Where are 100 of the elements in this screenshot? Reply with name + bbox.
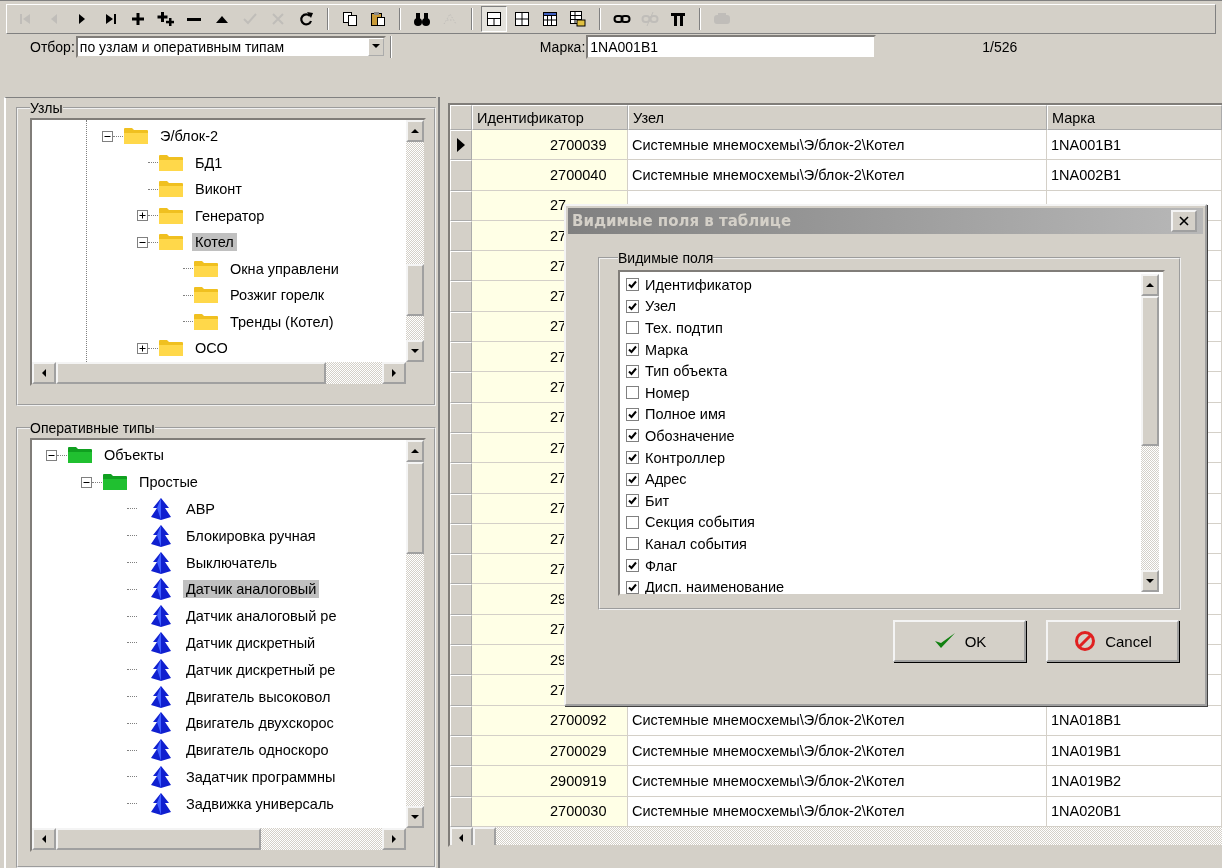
checkbox[interactable] xyxy=(626,407,639,421)
table-cell: Системные мнемосхемы\Э/блок-2\Котел xyxy=(628,735,1047,767)
horizontal-scrollbar[interactable] xyxy=(32,828,424,850)
scroll-right-button[interactable] xyxy=(382,362,406,384)
checkbox[interactable] xyxy=(626,299,639,313)
scroll-thumb[interactable] xyxy=(56,362,326,384)
checkbox[interactable] xyxy=(626,451,639,465)
scroll-right-button[interactable] xyxy=(382,828,406,850)
scroll-thumb[interactable] xyxy=(1141,296,1159,446)
tree-item[interactable]: Розжиг горелк xyxy=(227,286,328,305)
horizontal-scrollbar[interactable] xyxy=(32,362,424,384)
close-button[interactable] xyxy=(1171,210,1197,232)
field-label: Секция события xyxy=(645,514,755,531)
cancel-button[interactable]: Cancel xyxy=(1046,620,1179,662)
tree-item[interactable]: Котел xyxy=(192,233,237,252)
toolbar-button[interactable] xyxy=(481,6,507,33)
calendar-grid-icon xyxy=(541,10,559,29)
current-row-icon xyxy=(457,138,465,153)
scroll-up-button[interactable] xyxy=(1141,274,1159,296)
checkbox[interactable] xyxy=(626,429,639,443)
tree-item[interactable]: Датчик дискретный xyxy=(183,633,319,652)
prohibited-icon xyxy=(1073,630,1098,652)
collapse-icon[interactable] xyxy=(46,449,57,461)
copy-icon xyxy=(341,10,359,29)
column-header[interactable]: Идентификатор xyxy=(472,105,628,130)
scroll-thumb[interactable] xyxy=(406,264,424,316)
tree-item[interactable]: ОСО xyxy=(192,339,231,358)
filter-dropdown[interactable]: по узлам и оперативным типам xyxy=(75,35,386,58)
tree-item[interactable]: Тренды (Котел) xyxy=(227,312,337,331)
tree-item[interactable]: Задвижка универсаль xyxy=(183,794,337,813)
collapse-icon[interactable] xyxy=(102,130,113,142)
field-label: Тип объекта xyxy=(645,363,728,380)
table-cell: 1NA019B1 xyxy=(1047,735,1222,767)
tree-item[interactable]: Блокировка ручная xyxy=(183,526,319,545)
vertical-scrollbar[interactable] xyxy=(406,440,424,828)
expand-icon[interactable] xyxy=(137,210,148,222)
checkbox[interactable] xyxy=(626,386,639,400)
checkbox[interactable] xyxy=(626,515,639,529)
checkbox[interactable] xyxy=(626,472,639,486)
field-label: Марка xyxy=(645,341,689,358)
scroll-down-button[interactable] xyxy=(1141,570,1159,592)
tree-item[interactable]: Виконт xyxy=(192,180,245,199)
scroll-up-button[interactable] xyxy=(406,440,424,462)
folder-icon xyxy=(193,311,219,332)
tree-item[interactable]: Двигатель односкоро xyxy=(183,741,332,760)
scroll-left-button[interactable] xyxy=(32,362,56,384)
column-header[interactable]: Марка xyxy=(1047,105,1222,130)
double-plus-icon xyxy=(157,10,175,29)
scroll-down-button[interactable] xyxy=(406,806,424,828)
checkbox[interactable] xyxy=(626,537,639,551)
folder-icon xyxy=(123,126,149,147)
checkbox[interactable] xyxy=(626,580,639,594)
checkbox[interactable] xyxy=(626,321,639,335)
cone-icon xyxy=(149,523,173,548)
arrow-down-icon xyxy=(411,814,419,820)
scroll-thumb[interactable] xyxy=(406,462,424,554)
table-cell: 2700030 xyxy=(472,796,628,827)
table-cell: 2700039 xyxy=(472,130,628,161)
folder-icon xyxy=(102,472,128,493)
checkbox[interactable] xyxy=(626,494,639,508)
scroll-up-button[interactable] xyxy=(406,120,424,142)
tree-item[interactable]: Датчик аналоговый xyxy=(183,580,320,599)
arrow-up-icon xyxy=(1146,282,1154,288)
scroll-left-button[interactable] xyxy=(32,828,56,850)
checkbox[interactable] xyxy=(626,343,639,357)
tree-item[interactable]: Двигатель высоковол xyxy=(183,687,334,706)
checkbox[interactable] xyxy=(626,278,639,292)
vertical-scrollbar[interactable] xyxy=(406,120,424,362)
tree-item[interactable]: Двигатель двухскорос xyxy=(183,714,337,733)
cone-icon xyxy=(149,497,173,521)
ok-button[interactable]: OK xyxy=(893,620,1026,662)
tree-item[interactable]: БД1 xyxy=(192,153,226,172)
mark-input-field[interactable]: 1NA001B1 xyxy=(586,34,877,59)
tree-item[interactable]: Датчик аналоговый ре xyxy=(183,607,340,626)
tree-item[interactable]: Датчик дискретный ре xyxy=(183,660,339,679)
collapse-icon[interactable] xyxy=(81,476,92,488)
arrow-left-icon xyxy=(41,835,47,843)
checkbox[interactable] xyxy=(626,364,639,378)
scroll-down-button[interactable] xyxy=(406,340,424,362)
collapse-icon[interactable] xyxy=(137,236,148,248)
table-cell: 2700029 xyxy=(472,735,628,767)
arrow-up-icon xyxy=(411,128,419,134)
column-header[interactable]: Узел xyxy=(628,105,1047,130)
vertical-scrollbar[interactable] xyxy=(1141,274,1159,592)
tree-item[interactable]: Простые xyxy=(136,473,201,492)
checkbox[interactable] xyxy=(626,559,639,572)
tree-item[interactable]: Генератор xyxy=(192,206,268,225)
cone-icon xyxy=(149,577,173,602)
tree-item[interactable]: Задатчик программны xyxy=(183,767,339,786)
tree-item[interactable]: АВР xyxy=(183,500,218,518)
tree-item[interactable]: Э/блок-2 xyxy=(157,127,222,146)
expand-icon[interactable] xyxy=(137,342,148,354)
scroll-thumb[interactable] xyxy=(56,828,261,850)
tree-item[interactable]: Окна управлени xyxy=(227,259,342,278)
arrow-left-icon xyxy=(41,369,47,377)
row-header[interactable] xyxy=(450,130,472,161)
table-cell: 2900919 xyxy=(472,766,628,797)
tree-item[interactable]: Выключатель xyxy=(183,553,280,572)
split-horizontal-icon xyxy=(485,10,503,29)
tree-item[interactable]: Объекты xyxy=(101,446,167,465)
